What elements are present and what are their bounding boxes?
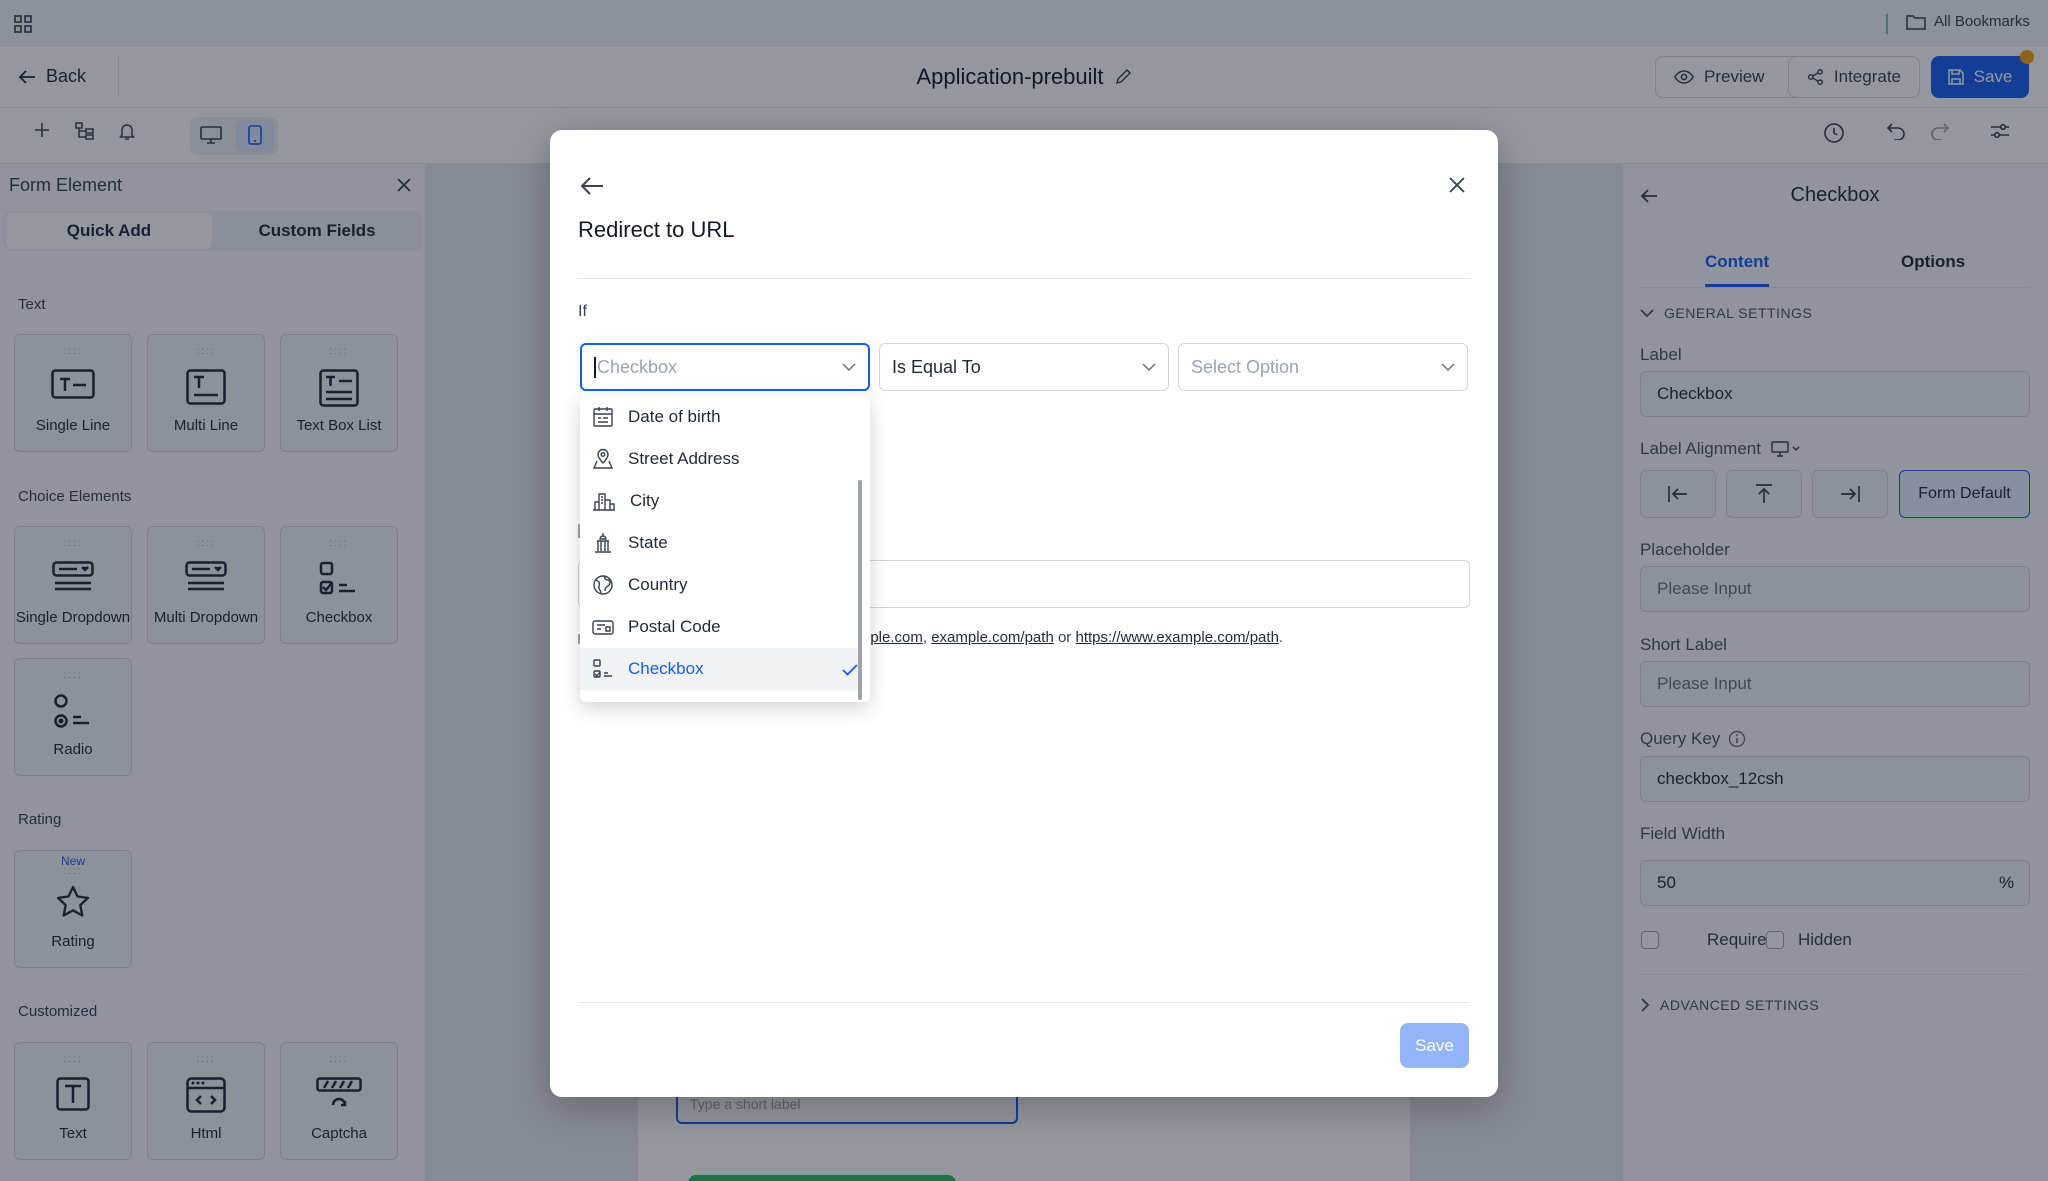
option-select-placeholder: Select Option xyxy=(1191,356,1300,377)
condition-if-label: If xyxy=(578,303,587,320)
dropdown-item-date-of-birth[interactable]: Date of birth xyxy=(580,396,860,438)
dropdown-item-street-address[interactable]: Street Address xyxy=(580,438,860,480)
hint-link-1[interactable]: nple.com xyxy=(862,629,923,646)
hint-link-3[interactable]: https://www.example.com/path xyxy=(1075,629,1278,646)
map-pin-icon xyxy=(592,448,614,469)
dropdown-item-label: Date of birth xyxy=(628,407,721,426)
chevron-down-icon xyxy=(1441,363,1455,371)
hint-link-2[interactable]: example.com/path xyxy=(931,629,1054,646)
dropdown-item-label: Street Address xyxy=(628,449,740,468)
condition-operator-select[interactable]: Is Equal To xyxy=(879,343,1169,391)
dropdown-item-label: Checkbox xyxy=(628,659,704,678)
dropdown-item-label: Country xyxy=(628,575,688,594)
city-icon xyxy=(593,493,615,511)
dropdown-item-label: Postal Code xyxy=(628,617,721,636)
dropdown-item-country[interactable]: Country xyxy=(580,564,860,606)
field-select-placeholder: Checkbox xyxy=(594,356,677,378)
globe-icon xyxy=(593,575,613,595)
chevron-down-icon xyxy=(842,363,856,371)
modal-title: Redirect to URL xyxy=(578,217,735,242)
calendar-icon xyxy=(593,407,613,427)
dropdown-item-label: City xyxy=(630,491,660,510)
hint-sep: , xyxy=(922,629,932,646)
modal-divider xyxy=(578,278,1470,279)
dropdown-item-postal-code[interactable]: Postal Code xyxy=(580,606,860,648)
dropdown-item-checkbox[interactable]: Checkbox xyxy=(580,648,860,690)
field-dropdown-menu: Date of birth Street Address City State … xyxy=(580,396,870,702)
chevron-down-icon xyxy=(1142,363,1156,371)
hint-or: or xyxy=(1053,629,1076,646)
condition-field-select[interactable]: Checkbox xyxy=(580,343,870,391)
operator-select-value: Is Equal To xyxy=(892,356,981,377)
modal-save-button[interactable]: Save xyxy=(1400,1023,1469,1068)
arrow-left-icon[interactable] xyxy=(580,176,604,196)
modal-footer-divider xyxy=(578,1002,1470,1003)
close-icon[interactable] xyxy=(1448,176,1466,194)
url-hint: nple.com, example.com/path or https://ww… xyxy=(862,629,1283,646)
checkbox-list-icon xyxy=(593,659,612,678)
dropdown-scrollbar[interactable] xyxy=(858,480,862,700)
landmark-icon xyxy=(595,533,611,553)
dropdown-item-state[interactable]: State xyxy=(580,522,860,564)
checkmark-icon xyxy=(842,664,858,676)
mailbox-icon xyxy=(592,620,614,635)
hint-end: . xyxy=(1278,629,1284,646)
condition-option-select[interactable]: Select Option xyxy=(1178,343,1468,391)
dropdown-item-label: State xyxy=(628,533,668,552)
dropdown-item-city[interactable]: City xyxy=(580,480,860,522)
